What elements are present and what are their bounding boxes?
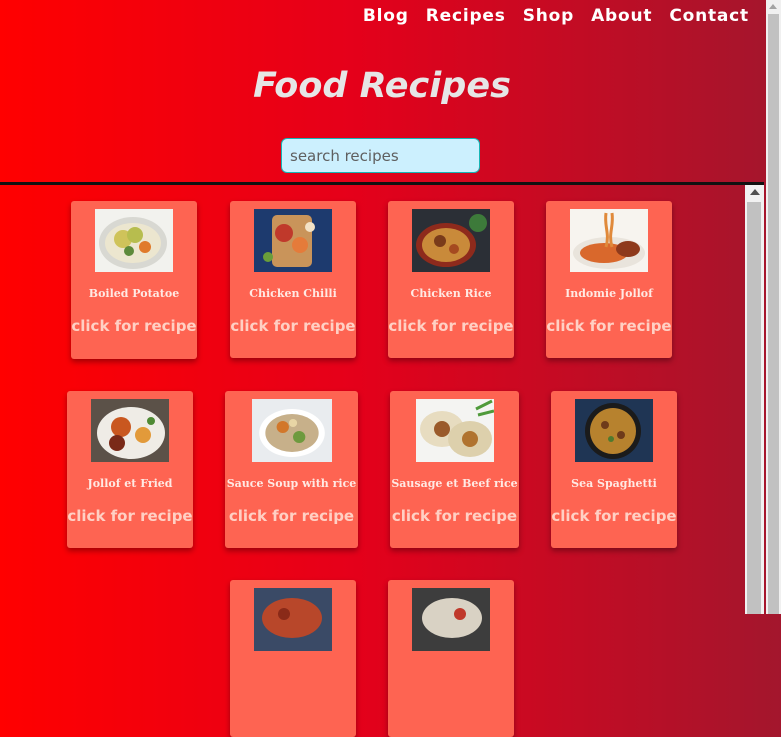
nav-recipes[interactable]: Recipes [426, 6, 506, 26]
recipe-image [412, 209, 490, 272]
nav-blog[interactable]: Blog [363, 6, 409, 26]
recipe-image [570, 209, 648, 272]
recipe-card-sea-spaghetti[interactable]: Sea Spaghetti click for recipe [551, 391, 677, 548]
recipe-link[interactable]: click for recipe [390, 507, 519, 525]
scroll-thumb[interactable] [747, 202, 761, 614]
recipe-card-chicken-chilli[interactable]: Chicken Chilli click for recipe [230, 201, 356, 358]
recipe-card-sausage-et-beef-rice[interactable]: Sausage et Beef rice click for recipe [390, 391, 519, 548]
recipe-image [412, 588, 490, 651]
scroll-up-arrow-icon[interactable] [769, 4, 777, 9]
scroll-thumb[interactable] [768, 14, 779, 614]
recipe-name: Sausage et Beef rice [391, 477, 518, 490]
recipe-name: Sea Spaghetti [571, 477, 657, 490]
recipe-card-jollof-et-fried[interactable]: Jollof et Fried click for recipe [67, 391, 193, 548]
recipe-card-indomie-jollof[interactable]: Indomie Jollof click for recipe [546, 201, 672, 358]
recipe-card-chicken-rice[interactable]: Chicken Rice click for recipe [388, 201, 514, 358]
recipe-link[interactable]: click for recipe [388, 317, 514, 335]
nav-contact[interactable]: Contact [669, 6, 749, 26]
recipe-card-partial-2[interactable] [388, 580, 514, 737]
top-nav: Blog Recipes Shop About Contact [363, 6, 749, 26]
recipe-name: Chicken Rice [410, 287, 492, 300]
search-input[interactable] [281, 138, 480, 173]
recipe-image [415, 399, 494, 462]
recipe-image [251, 399, 332, 462]
content-scrollbar[interactable] [745, 185, 764, 614]
recipe-name: Boiled Potatoe [88, 287, 180, 300]
page-scrollbar[interactable] [766, 0, 781, 614]
nav-about[interactable]: About [591, 6, 652, 26]
header-divider [0, 182, 764, 185]
nav-shop[interactable]: Shop [523, 6, 574, 26]
recipe-link[interactable]: click for recipe [546, 317, 672, 335]
recipe-name: Jollof et Fried [87, 477, 173, 490]
page-title: Food Recipes [253, 66, 511, 106]
scroll-up-arrow-icon[interactable] [750, 189, 760, 195]
recipe-image [254, 588, 332, 651]
recipe-link[interactable]: click for recipe [71, 317, 197, 335]
recipe-card-boiled-potatoe[interactable]: Boiled Potatoe click for recipe [71, 201, 197, 359]
recipe-link[interactable]: click for recipe [230, 317, 356, 335]
recipe-image [95, 209, 173, 272]
recipe-link[interactable]: click for recipe [551, 507, 677, 525]
recipe-link[interactable]: click for recipe [225, 507, 358, 525]
recipe-name: Indomie Jollof [565, 287, 653, 300]
recipe-image [91, 399, 169, 462]
recipe-image [254, 209, 332, 272]
recipe-name: Sauce Soup with rice [226, 477, 357, 490]
recipe-link[interactable]: click for recipe [67, 507, 193, 525]
recipe-name: Chicken Chilli [249, 287, 337, 300]
recipe-image [575, 399, 653, 462]
recipe-card-partial-1[interactable] [230, 580, 356, 737]
recipe-card-sauce-soup-with-rice[interactable]: Sauce Soup with rice click for recipe [225, 391, 358, 548]
